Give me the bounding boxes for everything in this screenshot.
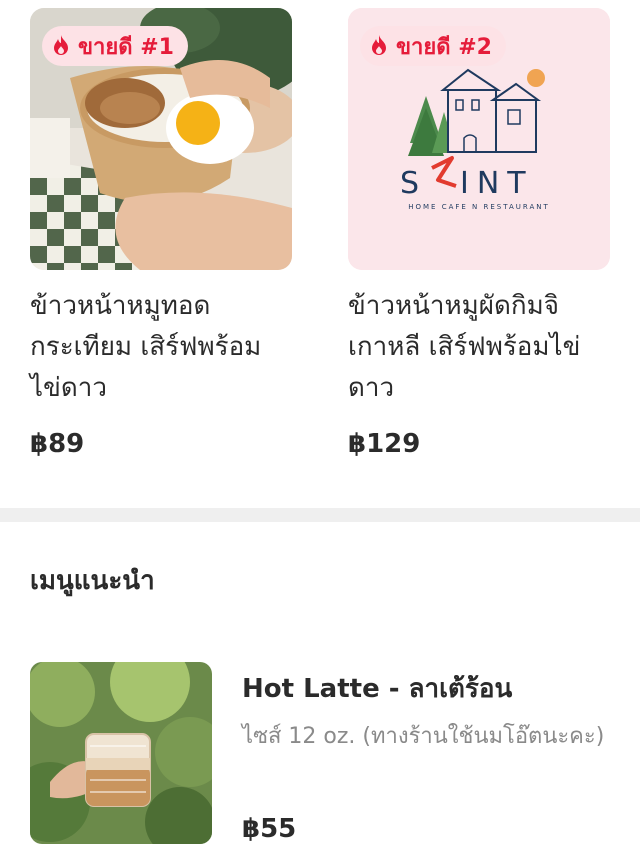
- menu-item[interactable]: Hot Latte - ลาเต้ร้อน ไซส์ 12 oz. (ทางร้…: [30, 662, 630, 852]
- section-title: เมนูแนะนำ: [30, 566, 155, 596]
- menu-item-price: ฿55: [242, 814, 297, 844]
- menu-item-info: Hot Latte - ลาเต้ร้อน ไซส์ 12 oz. (ทางร้…: [242, 668, 622, 755]
- bestseller-badge: ขายดี #1: [42, 26, 188, 66]
- menu-item-image[interactable]: [30, 662, 212, 844]
- featured-image-1[interactable]: ขายดี #1: [30, 8, 292, 270]
- svg-text:INT: INT: [460, 166, 534, 201]
- latte-image: [30, 662, 212, 844]
- flame-icon: [54, 35, 68, 55]
- logo-letter-s: S: [400, 166, 425, 201]
- featured-price-1: ฿89: [30, 429, 85, 459]
- menu-item-name[interactable]: Hot Latte - ลาเต้ร้อน: [242, 668, 622, 709]
- flame-icon: [372, 35, 386, 55]
- section-divider: [0, 508, 640, 522]
- featured-image-2[interactable]: S INT HOME CAFE N RESTAURANT ขายดี #2: [348, 8, 610, 270]
- featured-card-1[interactable]: ขายดี #1 ข้าวหน้าหมูทอดกระเทียม เสิร์ฟพร…: [30, 8, 292, 459]
- bestseller-badge: ขายดี #2: [360, 26, 506, 66]
- badge-label: ขายดี #2: [396, 34, 492, 60]
- featured-title-1[interactable]: ข้าวหน้าหมูทอดกระเทียม เสิร์ฟพร้อมไข่ดาว: [30, 286, 292, 409]
- menu-item-description: ไซส์ 12 oz. (ทางร้านใช้นมโอ๊ตนะคะ): [242, 724, 605, 749]
- featured-title-2[interactable]: ข้าวหน้าหมูผัดกิมจิเกาหลี เสิร์ฟพร้อมไข่…: [348, 286, 610, 409]
- badge-label: ขายดี #1: [78, 34, 174, 60]
- featured-price-2: ฿129: [348, 429, 421, 459]
- featured-card-2[interactable]: S INT HOME CAFE N RESTAURANT ขายดี #2 ข้…: [348, 8, 610, 459]
- logo-tagline: HOME CAFE N RESTAURANT: [408, 203, 550, 211]
